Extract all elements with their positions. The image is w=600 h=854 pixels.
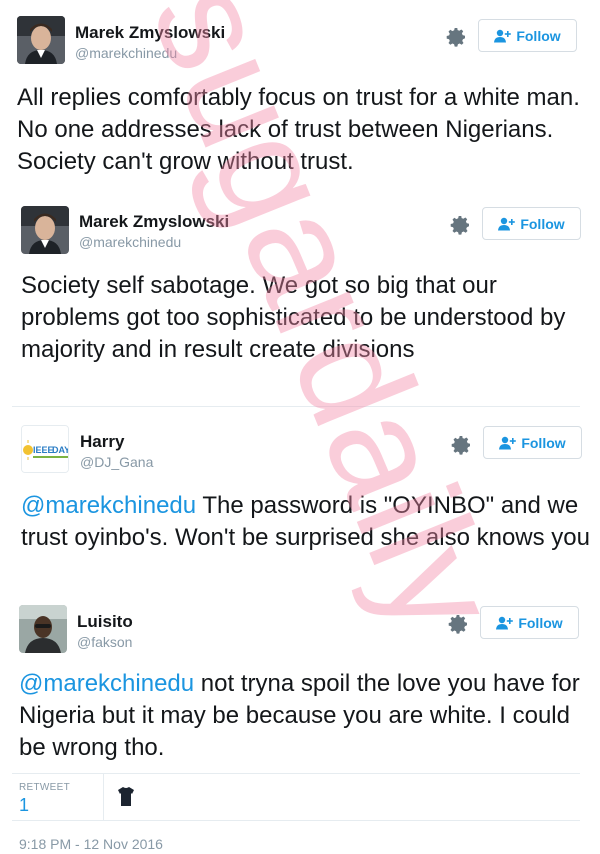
stats-row: RETWEET 1 [0,774,600,820]
author-name[interactable]: Marek Zmyslowski [75,23,225,43]
gear-icon[interactable] [446,612,470,636]
divider [12,820,580,821]
add-user-icon [496,616,514,629]
follow-label: Follow [516,27,561,44]
divider [12,406,580,407]
tweet-text: Society self sabotage. We got so big tha… [21,270,591,366]
stats-separator [103,774,104,820]
timestamp[interactable]: 9:18 PM - 12 Nov 2016 [19,836,163,852]
gear-icon[interactable] [448,213,472,237]
tweet-body: All replies comfortably focus on trust f… [17,84,580,175]
avatar-text-day: DAY [52,445,69,455]
mention-link[interactable]: @marekchinedu [21,492,196,519]
add-user-icon [499,436,517,449]
avatar[interactable]: IEEE DAY [21,425,69,473]
follow-button[interactable]: Follow [482,207,581,240]
tweet-text: All replies comfortably focus on trust f… [17,82,587,178]
tweet-text: @marekchinedu The password is "OYINBO" a… [21,490,591,554]
avatar[interactable] [17,16,65,64]
avatar[interactable] [21,206,69,254]
follow-button[interactable]: Follow [483,426,582,459]
tweet-body: Society self sabotage. We got so big tha… [21,272,566,363]
avatar[interactable] [19,605,67,653]
retweet-label: RETWEET [19,782,70,793]
author-handle[interactable]: @marekchinedu [75,45,177,61]
follow-label: Follow [521,434,566,451]
follow-label: Follow [520,215,565,232]
tweet-4: Luisito @fakson Follow @marekchinedu not… [0,598,600,768]
retweet-count[interactable]: 1 [19,795,29,816]
author-handle[interactable]: @marekchinedu [79,234,181,250]
gear-icon[interactable] [444,25,468,49]
gear-icon[interactable] [449,433,473,457]
add-user-icon [498,217,516,230]
follow-label: Follow [518,614,563,631]
author-handle[interactable]: @DJ_Gana [80,454,153,470]
retweeter-avatar[interactable] [114,784,138,808]
tweet-2: Marek Zmyslowski @marekchinedu Follow So… [0,190,600,405]
author-name[interactable]: Marek Zmyslowski [79,212,229,232]
tweet-3: IEEE DAY Harry @DJ_Gana Follow @marekchi… [0,408,600,598]
add-user-icon [494,29,512,42]
tweet-text: @marekchinedu not tryna spoil the love y… [19,668,589,764]
author-name[interactable]: Harry [80,432,124,452]
avatar-text: IEEE [33,445,54,455]
follow-button[interactable]: Follow [480,606,579,639]
follow-button[interactable]: Follow [478,19,577,52]
mention-link[interactable]: @marekchinedu [19,670,194,697]
author-handle[interactable]: @fakson [77,634,132,650]
author-name[interactable]: Luisito [77,612,133,632]
tweet-1: Marek Zmyslowski @marekchinedu Follow Al… [0,0,600,190]
